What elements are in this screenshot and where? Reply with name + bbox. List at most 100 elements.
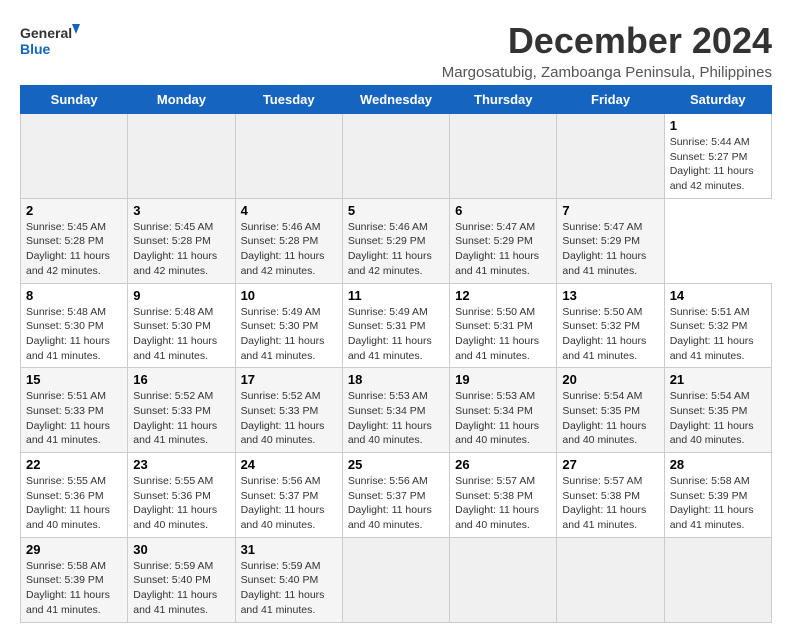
calendar-header-row: SundayMondayTuesdayWednesdayThursdayFrid… [21, 86, 772, 114]
logo-svg: General Blue [20, 20, 80, 64]
svg-text:General: General [20, 25, 72, 41]
day-info: Sunrise: 5:46 AMSunset: 5:29 PMDaylight:… [348, 220, 444, 279]
calendar-day-cell: 23 Sunrise: 5:55 AMSunset: 5:36 PMDaylig… [128, 453, 235, 538]
calendar-day-cell [557, 537, 664, 622]
day-info: Sunrise: 5:58 AMSunset: 5:39 PMDaylight:… [26, 559, 122, 618]
day-number: 10 [241, 288, 337, 303]
day-number: 28 [670, 457, 766, 472]
day-info: Sunrise: 5:53 AMSunset: 5:34 PMDaylight:… [348, 389, 444, 448]
calendar-day-cell: 1 Sunrise: 5:44 AMSunset: 5:27 PMDayligh… [664, 114, 771, 199]
calendar-day-cell: 31 Sunrise: 5:59 AMSunset: 5:40 PMDaylig… [235, 537, 342, 622]
day-number: 6 [455, 203, 551, 218]
header: General Blue December 2024 Margosatubig,… [20, 20, 772, 81]
day-info: Sunrise: 5:55 AMSunset: 5:36 PMDaylight:… [133, 474, 229, 533]
day-info: Sunrise: 5:44 AMSunset: 5:27 PMDaylight:… [670, 135, 766, 194]
title-section: December 2024 Margosatubig, Zamboanga Pe… [442, 20, 772, 81]
calendar-day-cell: 27 Sunrise: 5:57 AMSunset: 5:38 PMDaylig… [557, 453, 664, 538]
calendar-day-cell: 8 Sunrise: 5:48 AMSunset: 5:30 PMDayligh… [21, 283, 128, 368]
logo: General Blue [20, 20, 80, 64]
day-info: Sunrise: 5:49 AMSunset: 5:31 PMDaylight:… [348, 305, 444, 364]
calendar-day-cell [450, 537, 557, 622]
day-info: Sunrise: 5:56 AMSunset: 5:37 PMDaylight:… [241, 474, 337, 533]
day-number: 16 [133, 372, 229, 387]
calendar-table: SundayMondayTuesdayWednesdayThursdayFrid… [20, 85, 772, 623]
calendar-day-cell: 19 Sunrise: 5:53 AMSunset: 5:34 PMDaylig… [450, 368, 557, 453]
day-number: 17 [241, 372, 337, 387]
calendar-day-cell: 7 Sunrise: 5:47 AMSunset: 5:29 PMDayligh… [557, 198, 664, 283]
day-info: Sunrise: 5:59 AMSunset: 5:40 PMDaylight:… [241, 559, 337, 618]
calendar-day-cell: 18 Sunrise: 5:53 AMSunset: 5:34 PMDaylig… [342, 368, 449, 453]
calendar-empty-cell [128, 114, 235, 199]
day-number: 9 [133, 288, 229, 303]
day-number: 8 [26, 288, 122, 303]
day-info: Sunrise: 5:57 AMSunset: 5:38 PMDaylight:… [455, 474, 551, 533]
calendar-week-row: 15 Sunrise: 5:51 AMSunset: 5:33 PMDaylig… [21, 368, 772, 453]
calendar-day-cell: 5 Sunrise: 5:46 AMSunset: 5:29 PMDayligh… [342, 198, 449, 283]
calendar-week-row: 22 Sunrise: 5:55 AMSunset: 5:36 PMDaylig… [21, 453, 772, 538]
calendar-day-cell [342, 537, 449, 622]
day-number: 2 [26, 203, 122, 218]
day-info: Sunrise: 5:46 AMSunset: 5:28 PMDaylight:… [241, 220, 337, 279]
day-info: Sunrise: 5:53 AMSunset: 5:34 PMDaylight:… [455, 389, 551, 448]
day-info: Sunrise: 5:52 AMSunset: 5:33 PMDaylight:… [133, 389, 229, 448]
calendar-empty-cell [557, 114, 664, 199]
main-title: December 2024 [442, 20, 772, 62]
day-info: Sunrise: 5:45 AMSunset: 5:28 PMDaylight:… [26, 220, 122, 279]
calendar-day-cell: 13 Sunrise: 5:50 AMSunset: 5:32 PMDaylig… [557, 283, 664, 368]
calendar-day-cell: 10 Sunrise: 5:49 AMSunset: 5:30 PMDaylig… [235, 283, 342, 368]
day-info: Sunrise: 5:58 AMSunset: 5:39 PMDaylight:… [670, 474, 766, 533]
calendar-day-cell: 2 Sunrise: 5:45 AMSunset: 5:28 PMDayligh… [21, 198, 128, 283]
day-number: 12 [455, 288, 551, 303]
calendar-empty-cell [450, 114, 557, 199]
calendar-day-cell: 3 Sunrise: 5:45 AMSunset: 5:28 PMDayligh… [128, 198, 235, 283]
calendar-empty-cell [342, 114, 449, 199]
day-number: 1 [670, 118, 766, 133]
subtitle: Margosatubig, Zamboanga Peninsula, Phili… [442, 64, 772, 81]
day-number: 13 [562, 288, 658, 303]
calendar-day-cell: 11 Sunrise: 5:49 AMSunset: 5:31 PMDaylig… [342, 283, 449, 368]
day-number: 31 [241, 542, 337, 557]
day-info: Sunrise: 5:55 AMSunset: 5:36 PMDaylight:… [26, 474, 122, 533]
calendar-empty-cell [21, 114, 128, 199]
calendar-day-cell: 22 Sunrise: 5:55 AMSunset: 5:36 PMDaylig… [21, 453, 128, 538]
day-info: Sunrise: 5:57 AMSunset: 5:38 PMDaylight:… [562, 474, 658, 533]
day-number: 19 [455, 372, 551, 387]
day-number: 30 [133, 542, 229, 557]
calendar-week-row: 8 Sunrise: 5:48 AMSunset: 5:30 PMDayligh… [21, 283, 772, 368]
calendar-day-cell: 28 Sunrise: 5:58 AMSunset: 5:39 PMDaylig… [664, 453, 771, 538]
calendar-day-cell: 26 Sunrise: 5:57 AMSunset: 5:38 PMDaylig… [450, 453, 557, 538]
calendar-day-cell: 24 Sunrise: 5:56 AMSunset: 5:37 PMDaylig… [235, 453, 342, 538]
day-info: Sunrise: 5:51 AMSunset: 5:32 PMDaylight:… [670, 305, 766, 364]
svg-text:Blue: Blue [20, 41, 51, 57]
day-number: 3 [133, 203, 229, 218]
calendar-day-cell: 29 Sunrise: 5:58 AMSunset: 5:39 PMDaylig… [21, 537, 128, 622]
day-number: 15 [26, 372, 122, 387]
calendar-day-cell: 25 Sunrise: 5:56 AMSunset: 5:37 PMDaylig… [342, 453, 449, 538]
calendar-dow-header: Thursday [450, 86, 557, 114]
day-number: 20 [562, 372, 658, 387]
day-number: 22 [26, 457, 122, 472]
day-number: 11 [348, 288, 444, 303]
day-info: Sunrise: 5:48 AMSunset: 5:30 PMDaylight:… [26, 305, 122, 364]
day-number: 26 [455, 457, 551, 472]
calendar-day-cell: 20 Sunrise: 5:54 AMSunset: 5:35 PMDaylig… [557, 368, 664, 453]
calendar-day-cell [664, 537, 771, 622]
day-info: Sunrise: 5:54 AMSunset: 5:35 PMDaylight:… [562, 389, 658, 448]
day-info: Sunrise: 5:47 AMSunset: 5:29 PMDaylight:… [455, 220, 551, 279]
day-number: 24 [241, 457, 337, 472]
day-info: Sunrise: 5:50 AMSunset: 5:31 PMDaylight:… [455, 305, 551, 364]
calendar-day-cell: 12 Sunrise: 5:50 AMSunset: 5:31 PMDaylig… [450, 283, 557, 368]
day-number: 27 [562, 457, 658, 472]
calendar-week-row: 1 Sunrise: 5:44 AMSunset: 5:27 PMDayligh… [21, 114, 772, 199]
day-info: Sunrise: 5:54 AMSunset: 5:35 PMDaylight:… [670, 389, 766, 448]
calendar-day-cell: 21 Sunrise: 5:54 AMSunset: 5:35 PMDaylig… [664, 368, 771, 453]
calendar-dow-header: Sunday [21, 86, 128, 114]
day-info: Sunrise: 5:47 AMSunset: 5:29 PMDaylight:… [562, 220, 658, 279]
day-info: Sunrise: 5:51 AMSunset: 5:33 PMDaylight:… [26, 389, 122, 448]
calendar-day-cell: 4 Sunrise: 5:46 AMSunset: 5:28 PMDayligh… [235, 198, 342, 283]
calendar-dow-header: Monday [128, 86, 235, 114]
calendar-empty-cell [235, 114, 342, 199]
calendar-week-row: 2 Sunrise: 5:45 AMSunset: 5:28 PMDayligh… [21, 198, 772, 283]
day-number: 29 [26, 542, 122, 557]
calendar-dow-header: Saturday [664, 86, 771, 114]
